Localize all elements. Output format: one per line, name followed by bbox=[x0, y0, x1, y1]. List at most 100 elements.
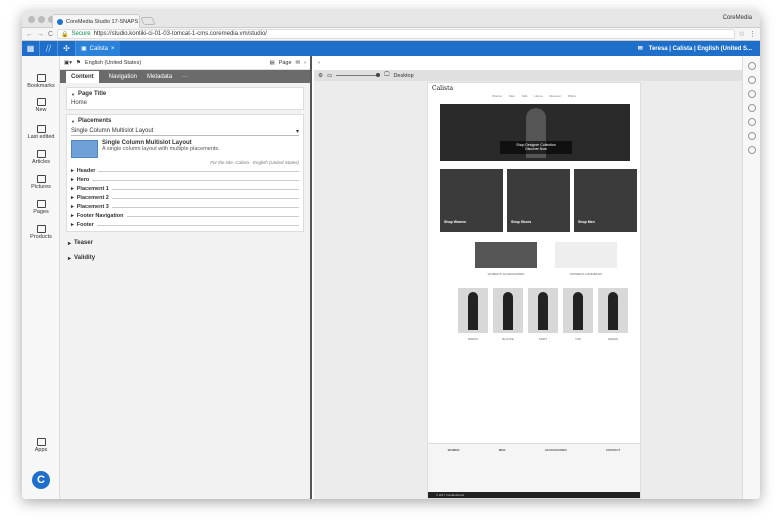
placement-header[interactable]: ▸ Header bbox=[71, 168, 299, 174]
tab-navigation[interactable]: Navigation bbox=[109, 74, 137, 83]
back-icon[interactable]: ← bbox=[26, 31, 33, 38]
minimize-dot[interactable] bbox=[38, 16, 45, 23]
picture-icon bbox=[36, 175, 46, 183]
apps-grid-icon[interactable]: ▦ bbox=[22, 41, 40, 56]
page-type-icon: ▤ bbox=[269, 59, 275, 66]
editor-tabs: Content Navigation Metadata ··· bbox=[60, 70, 310, 83]
validity-section[interactable]: ▸ Validity bbox=[68, 255, 304, 262]
browser-tab[interactable]: CoreMedia Studio 17-SNAPS × bbox=[52, 14, 140, 28]
product-card: SKIRT bbox=[528, 288, 558, 341]
lock-icon: 🔒 bbox=[61, 31, 69, 38]
user-menu[interactable]: Teresa | Calista | English (United S... bbox=[649, 46, 752, 52]
expand-arrow-icon: ▸ bbox=[71, 186, 74, 192]
footer-col: ACCESSORIES bbox=[544, 448, 567, 452]
link-icon[interactable] bbox=[747, 62, 756, 70]
hero-text: Shop Designer Collection Discover Now bbox=[500, 141, 572, 154]
site-note: For the site: Calista - English (United … bbox=[210, 160, 299, 165]
page-icon: ▣ bbox=[81, 46, 87, 52]
bookmark-icon bbox=[36, 74, 46, 82]
placement-2[interactable]: ▸ Placement 2 bbox=[71, 195, 299, 201]
tile-women: Shop Women bbox=[440, 169, 503, 232]
editor-toolbar: ▣▾ ⚑ English (United States) ▤ Page ✉ ‹ bbox=[60, 56, 310, 70]
nav-pictures[interactable]: Pictures bbox=[22, 175, 60, 190]
hero-banner: Shop Designer Collection Discover Now bbox=[440, 104, 630, 161]
history-icon bbox=[36, 125, 46, 133]
placement-footer-navigation[interactable]: ▸ Footer Navigation bbox=[71, 213, 299, 219]
nav-pages[interactable]: Pages bbox=[22, 200, 60, 215]
preview-settings-icon[interactable]: ⚙ bbox=[318, 73, 323, 79]
translate-icon[interactable] bbox=[747, 146, 756, 154]
forward-icon[interactable]: → bbox=[37, 31, 44, 38]
expand-arrow-icon: ▸ bbox=[71, 168, 74, 174]
nav-label: Bookmarks bbox=[27, 83, 55, 89]
preview-panel: › ⚙ ▭ 🖵 Desktop Calista Women Men Kids H… bbox=[314, 56, 742, 499]
locale-label[interactable]: English (United States) bbox=[85, 60, 141, 66]
nav-new[interactable]: New bbox=[22, 98, 60, 113]
document-tab[interactable]: ▣ Calista × bbox=[76, 41, 120, 56]
refresh-icon[interactable] bbox=[747, 132, 756, 140]
sites-icon[interactable]: ✣ bbox=[58, 41, 76, 56]
browser-profile[interactable]: CoreMedia bbox=[723, 15, 752, 21]
close-dot[interactable] bbox=[28, 16, 35, 23]
browser-titlebar: CoreMedia Studio 17-SNAPS × CoreMedia bbox=[22, 11, 760, 28]
expand-arrow-icon: ▸ bbox=[71, 213, 74, 219]
coremedia-logo-icon[interactable]: C bbox=[32, 471, 50, 489]
document-tab-close-icon[interactable]: × bbox=[111, 46, 115, 52]
collapse-arrow-icon[interactable]: ▼ bbox=[71, 92, 75, 97]
layout-select-value: Single Column Multislot Layout bbox=[71, 128, 154, 134]
device-slider[interactable] bbox=[336, 73, 381, 77]
placement-1[interactable]: ▸ Placement 1 bbox=[71, 186, 299, 192]
placement-footer[interactable]: ▸ Footer bbox=[71, 222, 299, 228]
nav-bookmarks[interactable]: Bookmarks bbox=[22, 74, 60, 89]
category-tiles: Shop Women Shop Shoes Shop Men bbox=[440, 169, 640, 232]
tab-more[interactable]: ··· bbox=[182, 74, 188, 83]
tab-content[interactable]: Content bbox=[66, 71, 99, 83]
tile-men: Shop Men bbox=[574, 169, 637, 232]
layout-select[interactable]: Single Column Multislot Layout ▾ bbox=[71, 127, 299, 136]
pages-icon bbox=[36, 200, 46, 208]
product-list: DRESS BLOUSE SKIRT TOP DRESS bbox=[458, 288, 640, 341]
layout-card: Single Column Multislot Layout A single … bbox=[71, 140, 299, 158]
unlink-icon[interactable] bbox=[747, 76, 756, 84]
document-type-icon[interactable]: ▣▾ bbox=[64, 60, 72, 66]
comment-icon[interactable]: ✉ bbox=[296, 60, 301, 66]
url-field[interactable]: 🔒 Secure https://studio.kontiki-ci-01-03… bbox=[57, 29, 735, 39]
nav-articles[interactable]: Articles bbox=[22, 150, 60, 165]
product-card: BLOUSE bbox=[493, 288, 523, 341]
world-icon[interactable] bbox=[747, 118, 756, 126]
nav-last-edited[interactable]: Last edited bbox=[22, 125, 60, 140]
nav-label: Apps bbox=[34, 447, 48, 453]
site-preview[interactable]: Calista Women Men Kids Home Discover Off… bbox=[427, 82, 641, 499]
tab-title: CoreMedia Studio 17-SNAPS bbox=[66, 18, 139, 25]
section-label: Validity bbox=[74, 255, 96, 261]
nav-products[interactable]: Products bbox=[22, 225, 60, 240]
collapse-arrow-icon[interactable]: ▼ bbox=[71, 119, 75, 124]
preview-window-icon[interactable]: ▭ bbox=[327, 73, 332, 79]
notification-icon[interactable]: ✉ bbox=[638, 45, 643, 52]
collapse-icon[interactable]: ‹ bbox=[304, 60, 306, 66]
placement-3[interactable]: ▸ Placement 3 bbox=[71, 204, 299, 210]
menu-icon[interactable]: ⋮ bbox=[749, 30, 756, 38]
coremedia-favicon-icon bbox=[57, 18, 63, 25]
nav-apps[interactable]: Apps bbox=[22, 438, 60, 453]
library-icon[interactable]: ⧸⧸ bbox=[40, 41, 58, 56]
globe-icon[interactable] bbox=[747, 104, 756, 112]
check-icon[interactable] bbox=[747, 90, 756, 98]
layout-description: A single column layout with multiple pla… bbox=[102, 146, 220, 152]
article-icon bbox=[36, 150, 46, 158]
placement-hero[interactable]: ▸ Hero bbox=[71, 177, 299, 183]
site-footer: WOMEN MEN ACCESSORIES CONTACT © 2017 Cor… bbox=[428, 443, 640, 498]
teaser-section[interactable]: ▸ Teaser bbox=[68, 240, 304, 247]
expand-arrow-icon: ▸ bbox=[71, 195, 74, 201]
reload-icon[interactable]: C bbox=[48, 31, 53, 38]
tab-metadata[interactable]: Metadata bbox=[147, 74, 172, 83]
expand-icon[interactable]: › bbox=[318, 60, 320, 66]
document-editor: ▣▾ ⚑ English (United States) ▤ Page ✉ ‹ … bbox=[60, 56, 312, 499]
star-icon[interactable]: ☆ bbox=[739, 30, 745, 38]
promo-handbags: WOMEN'S HANDBAGS bbox=[555, 242, 617, 276]
page-title-field[interactable]: Home bbox=[71, 100, 299, 106]
nav-label: Pages bbox=[33, 209, 49, 215]
new-tab-button[interactable] bbox=[140, 17, 156, 25]
placement-label: Placement 3 bbox=[76, 204, 109, 210]
page-title-panel: ▼ Page Title Home bbox=[66, 87, 304, 110]
